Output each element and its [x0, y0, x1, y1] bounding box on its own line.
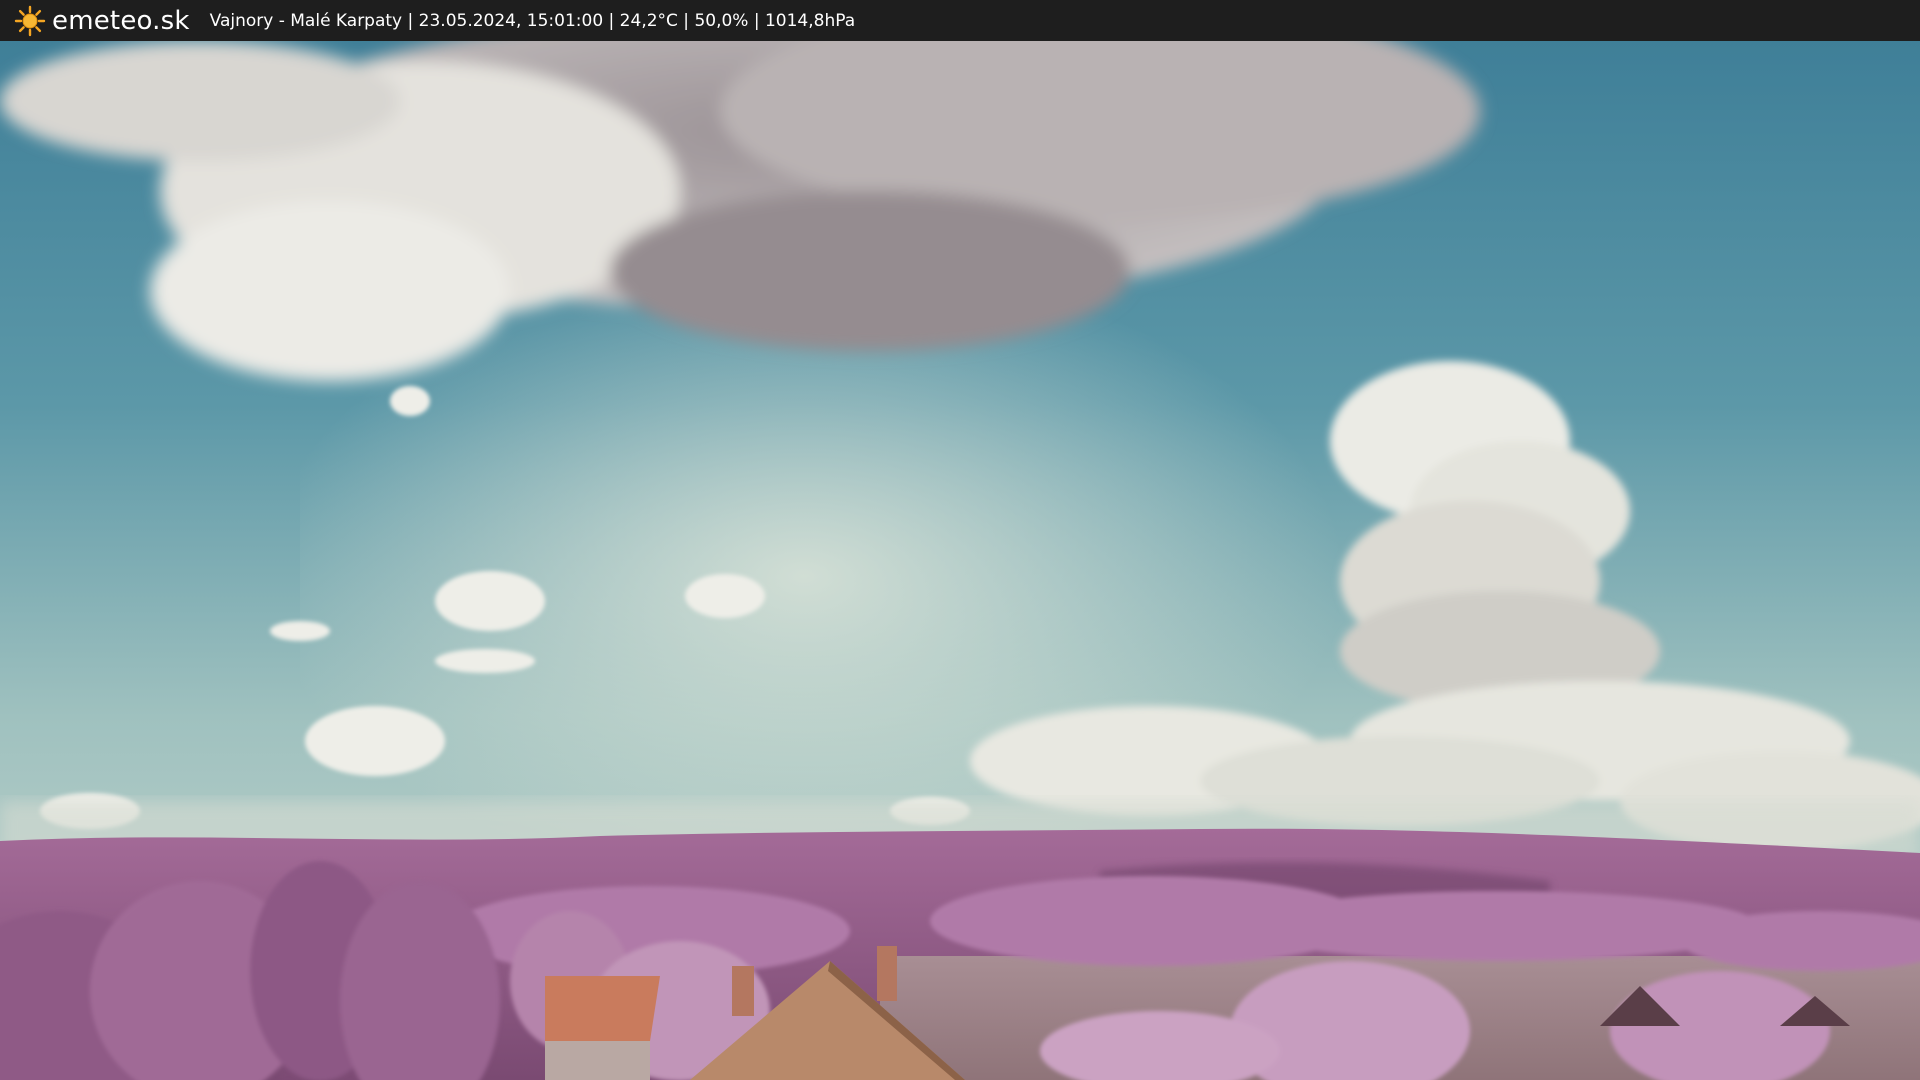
- header-bar: emeteo.sk Vajnory - Malé Karpaty | 23.05…: [0, 0, 1920, 41]
- house-roof-left: [545, 976, 660, 1080]
- brand-logo[interactable]: emeteo.sk: [14, 0, 190, 41]
- landscape-photo: [0, 41, 1920, 1080]
- webcam-image: [0, 41, 1920, 1080]
- brand-name: emeteo.sk: [52, 5, 190, 36]
- webcam-caption: Vajnory - Malé Karpaty | 23.05.2024, 15:…: [209, 10, 856, 31]
- sun-icon: [14, 5, 46, 36]
